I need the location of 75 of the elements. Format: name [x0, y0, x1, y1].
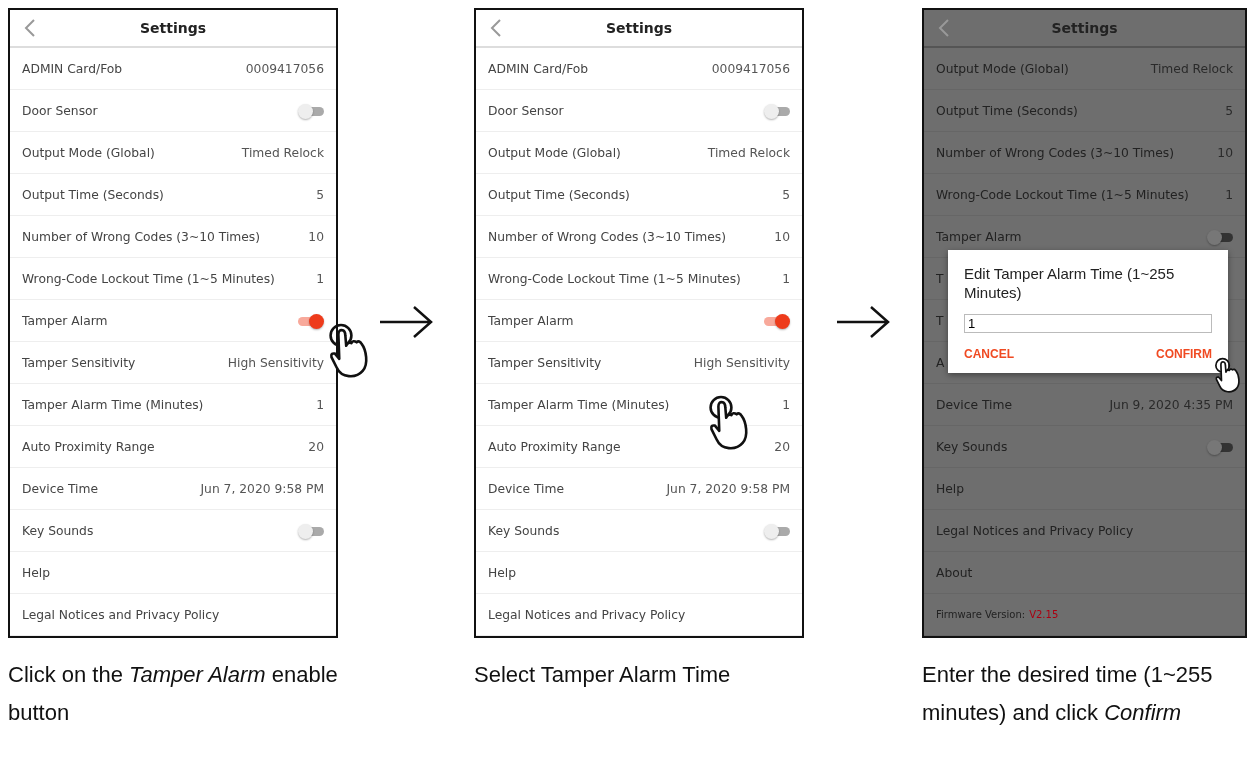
setting-label[interactable]: Output Time (Seconds) — [488, 187, 630, 202]
setting-label[interactable]: Device Time — [22, 481, 99, 496]
setting-label[interactable]: Number of Wrong Codes (3~10 Times) — [22, 229, 261, 244]
input-field[interactable]: 1 — [964, 314, 1212, 333]
setting-label[interactable]: ADMIN Card/Fob — [488, 61, 589, 76]
setting-value: High Sensitivity — [693, 355, 790, 370]
setting-label[interactable]: Tamper Alarm Time (Minutes) — [22, 397, 204, 412]
setting-value: 0009417056 — [245, 61, 324, 76]
setting-value: 1 — [316, 397, 324, 412]
setting-label[interactable]: Output Mode (Global) — [22, 145, 155, 160]
setting-label[interactable]: Tamper Sensitivity — [22, 355, 136, 370]
screen-title: Settings — [605, 20, 673, 36]
dialog-button[interactable]: CANCEL — [964, 345, 1014, 363]
step-caption: Click on the Tamper Alarm enable button — [8, 661, 338, 727]
setting-value: 1 — [316, 271, 324, 286]
screen-title: Settings — [1051, 20, 1118, 36]
setting-value: 10 — [1217, 145, 1233, 160]
toggle-switch[interactable] — [298, 313, 324, 328]
setting-label[interactable]: Output Mode (Global) — [488, 145, 621, 160]
setting-value: 1 — [782, 397, 790, 412]
setting-value: 10 — [774, 229, 790, 244]
setting-value: Timed Relock — [707, 145, 790, 160]
setting-value: 1 — [782, 271, 790, 286]
back-icon[interactable] — [490, 18, 502, 38]
toggle-switch[interactable] — [1207, 229, 1233, 244]
step-caption: Select Tamper Alarm Time — [474, 661, 732, 689]
arrow-icon — [378, 304, 434, 340]
setting-label[interactable]: Door Sensor — [488, 103, 564, 118]
screen-title: Settings — [139, 20, 207, 36]
setting-label[interactable]: Legal Notices and Privacy Policy — [22, 607, 220, 622]
setting-value: 20 — [774, 439, 790, 454]
setting-label[interactable]: Help — [488, 565, 517, 580]
setting-label[interactable]: Tamper Sensitivity — [488, 355, 602, 370]
dialog-button[interactable]: CONFIRM — [1156, 345, 1212, 363]
setting-label[interactable]: Tamper Alarm — [22, 313, 108, 328]
step-caption: Enter the desired time (1~255 minutes) and click Confirm — [922, 661, 1214, 727]
setting-value: 5 — [1225, 103, 1233, 118]
setting-value: 10 — [308, 229, 324, 244]
setting-label[interactable]: Device Time — [488, 481, 565, 496]
toggle-switch[interactable] — [1207, 439, 1233, 454]
setting-value: 1 — [1225, 187, 1233, 202]
setting-label[interactable]: Wrong-Code Lockout Time (1~5 Minutes) — [488, 271, 741, 286]
setting-label[interactable]: Key Sounds — [488, 523, 560, 538]
setting-label[interactable]: Tamper Alarm — [488, 313, 574, 328]
back-icon[interactable] — [24, 18, 36, 38]
setting-label[interactable]: Door Sensor — [22, 103, 98, 118]
back-icon[interactable] — [938, 18, 950, 38]
setting-label[interactable]: Legal Notices and Privacy Policy — [488, 607, 686, 622]
toggle-switch[interactable] — [764, 523, 790, 538]
setting-value: Jun 7, 2020 9:58 PM — [200, 481, 324, 496]
setting-label[interactable]: Output Time (Seconds) — [22, 187, 164, 202]
setting-value: 5 — [782, 187, 790, 202]
firmware-version: V2.15 — [1029, 609, 1059, 620]
toggle-switch[interactable] — [298, 523, 324, 538]
arrow-icon — [835, 304, 891, 340]
setting-label[interactable]: Auto Proximity Range — [22, 439, 155, 454]
setting-value: Jun 9, 2020 4:35 PM — [1109, 397, 1233, 412]
setting-label[interactable]: Key Sounds — [22, 523, 94, 538]
setting-label[interactable]: Number of Wrong Codes (3~10 Times) — [488, 229, 727, 244]
toggle-switch[interactable] — [764, 103, 790, 118]
setting-value: 20 — [308, 439, 324, 454]
setting-value: Jun 7, 2020 9:58 PM — [666, 481, 790, 496]
toggle-switch[interactable] — [298, 103, 324, 118]
setting-value: Timed Relock — [241, 145, 324, 160]
setting-value: High Sensitivity — [227, 355, 324, 370]
dialog-title: Edit Tamper Alarm Time (1~255 Minutes) — [964, 264, 1176, 302]
setting-label[interactable]: Help — [22, 565, 51, 580]
setting-value: Timed Relock — [1150, 61, 1233, 76]
setting-label[interactable]: ADMIN Card/Fob — [22, 61, 123, 76]
toggle-switch[interactable] — [764, 313, 790, 328]
setting-label[interactable]: Tamper Alarm Time (Minutes) — [488, 397, 670, 412]
setting-value: 5 — [316, 187, 324, 202]
setting-label[interactable]: Auto Proximity Range — [488, 439, 621, 454]
setting-value: 0009417056 — [711, 61, 790, 76]
setting-label[interactable]: Wrong-Code Lockout Time (1~5 Minutes) — [22, 271, 275, 286]
